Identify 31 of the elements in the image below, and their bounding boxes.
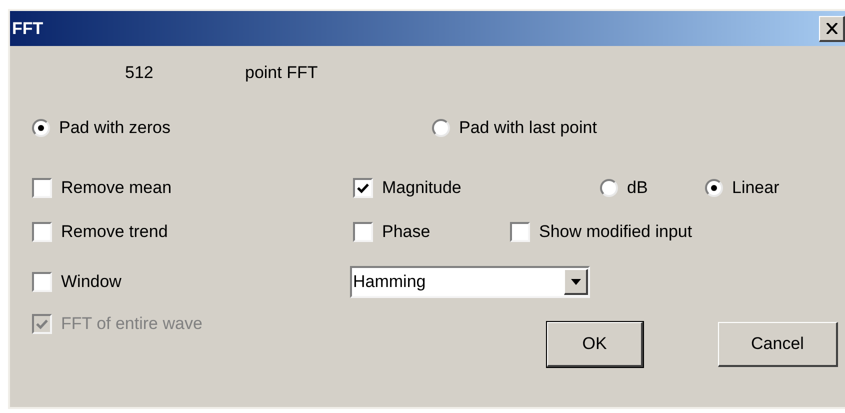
radio-button[interactable] (32, 119, 50, 137)
check-icon (357, 182, 369, 194)
option-label: Linear (732, 177, 780, 200)
checkbox[interactable] (32, 272, 52, 292)
option-label: Phase (382, 221, 430, 244)
window-type-dropdown[interactable]: Hamming (350, 266, 590, 298)
option-label: Remove trend (61, 221, 168, 244)
checkbox[interactable] (32, 178, 52, 198)
option-label: Magnitude (382, 177, 462, 200)
close-icon (826, 22, 838, 34)
radio-button[interactable] (705, 179, 723, 197)
fft-size-label: point FFT (245, 62, 318, 84)
option-label: Window (61, 271, 122, 294)
option-label: Pad with last point (459, 117, 597, 140)
checkbox[interactable] (510, 222, 530, 242)
dialog-button[interactable]: Cancel (718, 322, 838, 367)
dialog-button[interactable]: OK (547, 322, 643, 367)
radio-button[interactable] (432, 119, 450, 137)
option-label: dB (627, 177, 648, 200)
radio-button[interactable] (600, 179, 618, 197)
option-label: Pad with zeros (59, 117, 170, 140)
option-label: FFT of entire wave (61, 313, 202, 336)
window-title: FFT (12, 18, 44, 40)
option-label: Remove mean (61, 177, 172, 200)
option-label: Show modified input (539, 221, 692, 244)
close-button[interactable] (819, 16, 845, 42)
checkbox[interactable] (32, 222, 52, 242)
checkbox[interactable] (353, 178, 373, 198)
check-icon (36, 318, 48, 330)
fft-size-value: 512 (125, 62, 154, 84)
checkbox[interactable] (353, 222, 373, 242)
